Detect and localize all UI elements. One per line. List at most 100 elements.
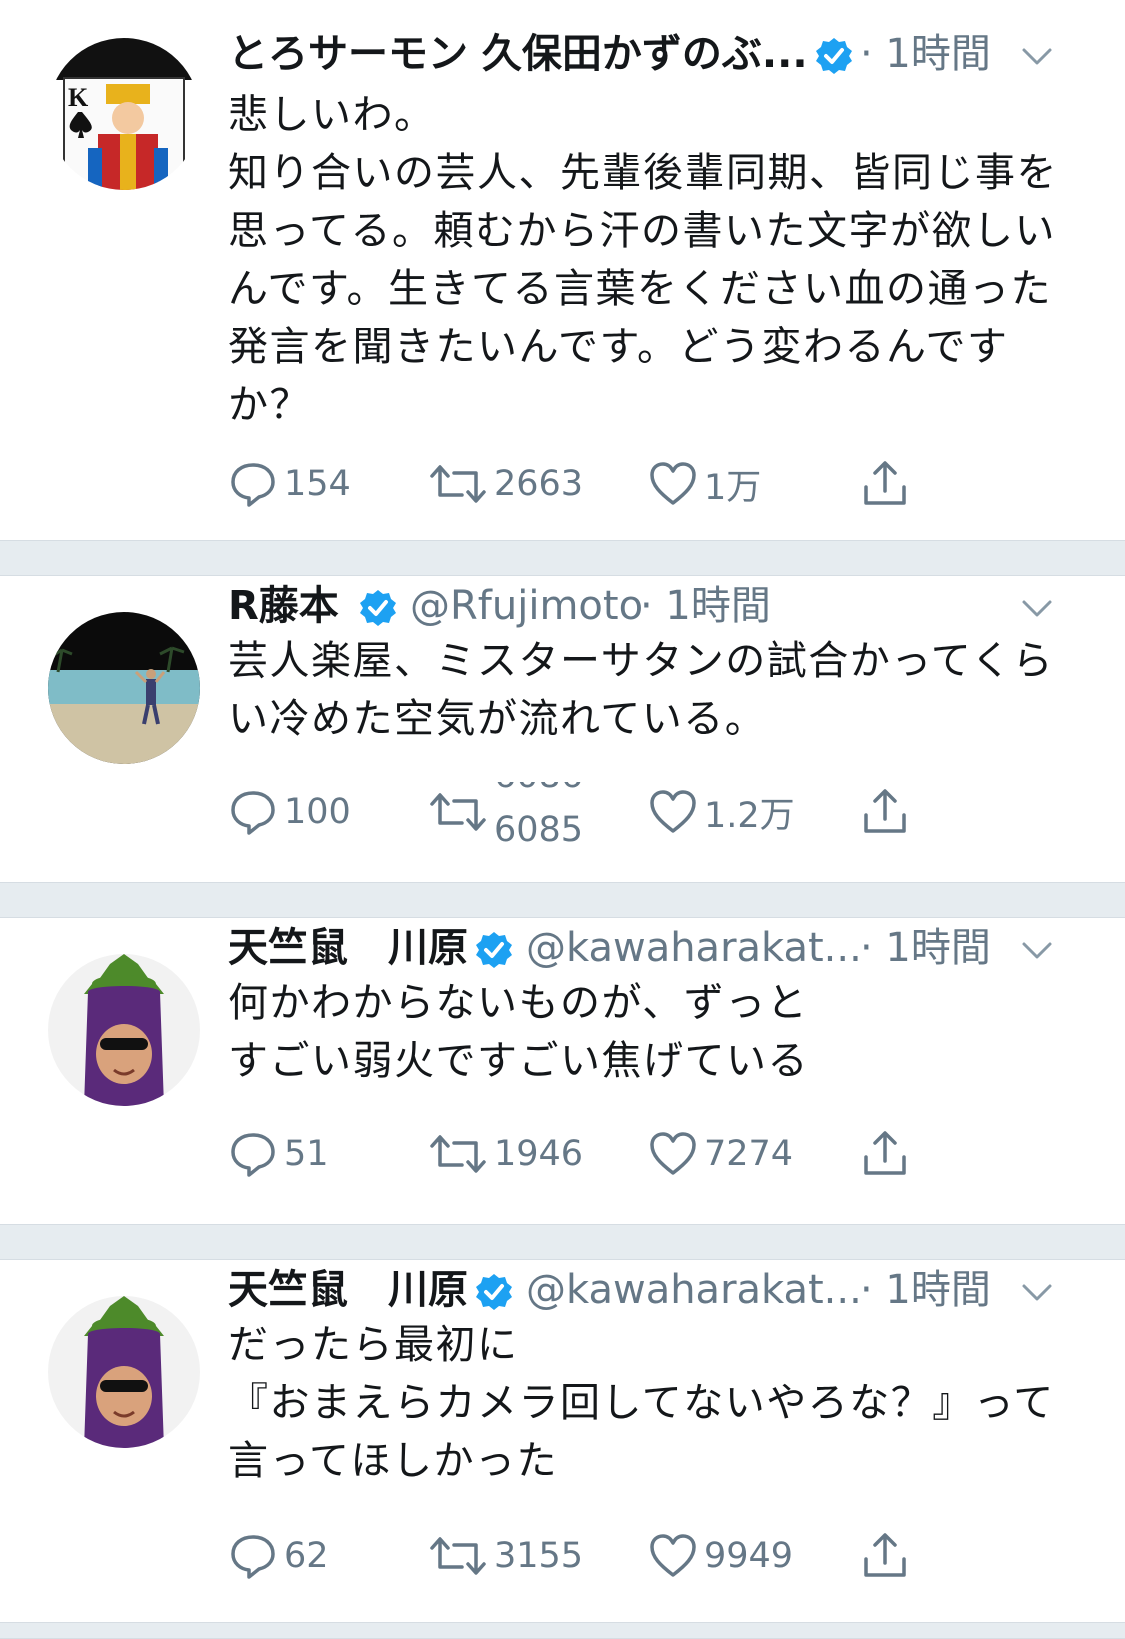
reply-button[interactable]: 62 [228,1526,329,1586]
tweet-1[interactable]: K とろサーモン 久保田かずのぶ... · 1時間 悲しいわ。 知り合いの芸人、 [0,0,1125,540]
tweet-text: 芸人楽屋、ミスターサタンの試合かってくら い冷めた空気が流れている。 [228,632,1078,748]
chevron-down-icon[interactable] [1019,590,1055,626]
heart-icon [650,1534,696,1577]
share-icon [864,1131,906,1175]
retweet-count-animating: 6086 6085 [494,782,590,842]
avatar[interactable]: K [48,38,200,190]
tweet-separator [0,1622,1125,1639]
tweet-actions: 154 2663 1万 [228,454,988,514]
timeline-feed: K とろサーモン 久保田かずのぶ... · 1時間 悲しいわ。 知り合いの芸人、 [0,0,1125,1639]
retweet-icon [430,1537,486,1575]
user-handle[interactable]: @kawaharakat... [526,918,862,978]
tweet-text: 何かわからないものが、ずっと すごい弱火ですごい焦げている [228,974,1078,1090]
tweet-text-line: い冷めた空気が流れている。 [228,696,767,742]
share-icon [864,1533,906,1577]
tweet-text-line: 発言を聞きたいんです。どう変わるんです [228,324,1009,370]
tweet-text-line: 芸人楽屋、ミスターサタンの試合かってくら [228,638,1054,684]
eggplant-costume-icon [48,954,200,1106]
display-name[interactable]: 天竺鼠 川原 [228,918,468,978]
chevron-down-icon[interactable] [1019,932,1055,968]
heart-icon [650,790,696,833]
tweet-separator [0,1224,1125,1260]
like-button[interactable]: 9949 [648,1526,793,1586]
avatar[interactable] [48,954,200,1106]
reply-button[interactable]: 51 [228,1124,329,1184]
share-icon [864,461,906,505]
share-icon [864,789,906,833]
tweet-text-line: 思ってる。頼むから汗の書いた文字が欲しい [228,208,1056,254]
reply-count: 100 [284,792,351,832]
reply-count: 51 [284,1134,329,1174]
heart-icon [650,462,696,505]
reply-icon [231,1535,275,1579]
timestamp[interactable]: · 1時間 [640,576,771,636]
tweet-text-line: 『おまえらカメラ回してないやろな？』って [228,1380,1055,1426]
user-handle[interactable]: @kawaharakat... [526,1260,862,1320]
like-button[interactable]: 7274 [648,1124,793,1184]
timestamp[interactable]: · 1時間 [860,1260,991,1320]
eggplant-costume-icon [48,1296,200,1448]
tweet-text: 悲しいわ。 知り合いの芸人、先輩後輩同期、皆同じ事を 思ってる。頼むから汗の書い… [228,86,1078,434]
avatar[interactable] [48,1296,200,1448]
tweet-text-line: 言ってほしかった [228,1438,558,1484]
verified-badge-icon [474,1272,514,1312]
share-button[interactable] [860,454,916,514]
tweet-text-line: だったら最初に [228,1322,519,1368]
reply-icon [231,1133,275,1177]
tweet-actions: 62 3155 9949 [228,1526,988,1586]
retweet-icon [430,793,486,831]
retweet-button[interactable]: 3155 [428,1526,583,1586]
tweet-header: とろサーモン 久保田かずのぶ... · 1時間 [228,24,1085,84]
share-button[interactable] [860,1526,916,1586]
retweet-count: 1946 [494,1134,584,1174]
avatar[interactable] [48,612,200,764]
verified-badge-icon [814,36,854,76]
share-button[interactable] [860,1124,916,1184]
tweet-text-line: 何かわからないものが、ずっと [228,980,809,1026]
retweet-button[interactable]: 6086 6085 [428,782,590,842]
tweet-header: 天竺鼠 川原 @kawaharakat... · 1時間 [228,1260,1085,1320]
tweet-text-line: すごい弱火ですごい焦げている [228,1038,809,1084]
tweet-actions: 51 1946 7274 [228,1124,988,1184]
tweet-separator [0,882,1125,918]
reply-button[interactable]: 100 [228,782,351,842]
tweet-4[interactable]: 天竺鼠 川原 @kawaharakat... · 1時間 だったら最初に 『おま… [0,1260,1125,1622]
retweet-count-previous: 6086 [494,782,583,796]
king-of-spades-card-icon: K [48,38,200,190]
reply-icon [231,463,275,507]
retweet-icon [430,465,486,503]
tweet-text-line: んです。生きてる言葉をください血の通った [228,266,1052,312]
display-name[interactable]: とろサーモン 久保田かずのぶ... [228,24,808,84]
chevron-down-icon[interactable] [1019,1274,1055,1310]
tweet-3[interactable]: 天竺鼠 川原 @kawaharakat... · 1時間 何かわからないものが、… [0,918,1125,1224]
like-count: 1万 [704,467,762,508]
reply-icon [231,791,275,835]
timestamp[interactable]: · 1時間 [860,24,991,84]
verified-badge-icon [358,588,398,628]
retweet-button[interactable]: 2663 [428,454,583,514]
display-name[interactable]: 天竺鼠 川原 [228,1260,468,1320]
retweet-count: 3155 [494,1536,584,1576]
retweet-button[interactable]: 1946 [428,1124,583,1184]
tweet-text-line: 悲しいわ。 [228,92,436,138]
like-button[interactable]: 1万 [648,454,761,514]
retweet-count: 2663 [494,464,584,504]
verified-badge-icon [474,930,514,970]
tweet-header: R藤本 @Rfujimoto · 1時間 [228,576,1085,636]
like-count: 7274 [704,1134,794,1174]
like-button[interactable]: 1.2万 [648,782,795,842]
chevron-down-icon[interactable] [1019,38,1055,74]
display-name[interactable]: R藤本 [228,576,339,636]
retweet-icon [430,1135,486,1173]
tweet-text-line: か？ [228,382,311,428]
tweet-actions: 100 6086 6085 1.2万 [228,782,988,842]
like-count: 9949 [704,1536,794,1576]
retweet-count: 6085 [494,810,584,842]
reply-button[interactable]: 154 [228,454,351,514]
reply-count: 154 [284,464,351,504]
share-button[interactable] [860,782,916,842]
tweet-2[interactable]: R藤本 @Rfujimoto · 1時間 芸人楽屋、ミスターサタンの試合かってく… [0,576,1125,882]
timestamp[interactable]: · 1時間 [860,918,991,978]
user-handle[interactable]: @Rfujimoto [410,576,643,636]
tweet-header: 天竺鼠 川原 @kawaharakat... · 1時間 [228,918,1085,978]
